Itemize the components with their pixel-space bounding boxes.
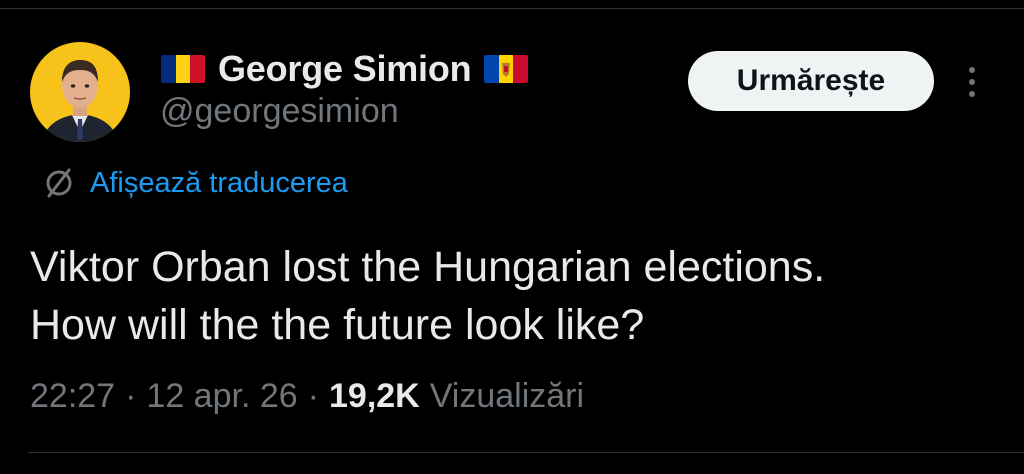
author-handle[interactable]: @georgesimion bbox=[160, 92, 399, 131]
tweet-time[interactable]: 22:27 bbox=[30, 377, 115, 416]
globe-translate-icon bbox=[42, 166, 76, 200]
tweet-meta: 22:27 · 12 apr. 26 · 19,2K Vizualizări bbox=[30, 377, 584, 416]
author-display-name[interactable]: George Simion bbox=[218, 48, 472, 90]
show-translation-link[interactable]: Afișează traducerea bbox=[42, 163, 348, 203]
views-label[interactable]: Vizualizări bbox=[430, 377, 584, 416]
views-count[interactable]: 19,2K bbox=[329, 377, 420, 416]
romania-flag-icon bbox=[160, 52, 206, 86]
avatar[interactable] bbox=[30, 42, 130, 142]
moldova-flag-icon bbox=[483, 52, 529, 86]
top-divider bbox=[0, 8, 1024, 9]
tweet-text-line: How will the the future look like? bbox=[30, 301, 645, 349]
show-translation-label[interactable]: Afișează traducerea bbox=[90, 167, 348, 200]
follow-button[interactable]: Urmărește bbox=[688, 51, 934, 111]
tweet-text: Viktor Orban lost the Hungarian election… bbox=[30, 238, 1010, 354]
tweet-date[interactable]: 12 apr. 26 bbox=[146, 377, 297, 416]
bottom-divider bbox=[28, 452, 1024, 453]
meta-separator: · bbox=[307, 377, 319, 415]
author-name-row[interactable]: George Simion bbox=[160, 46, 529, 92]
tweet-detail: George Simion @georgesimion Urmărește Af… bbox=[0, 0, 1024, 474]
tweet-text-line: Viktor Orban lost the Hungarian election… bbox=[30, 243, 826, 291]
meta-separator: · bbox=[125, 377, 137, 415]
more-vertical-icon[interactable] bbox=[960, 60, 984, 104]
